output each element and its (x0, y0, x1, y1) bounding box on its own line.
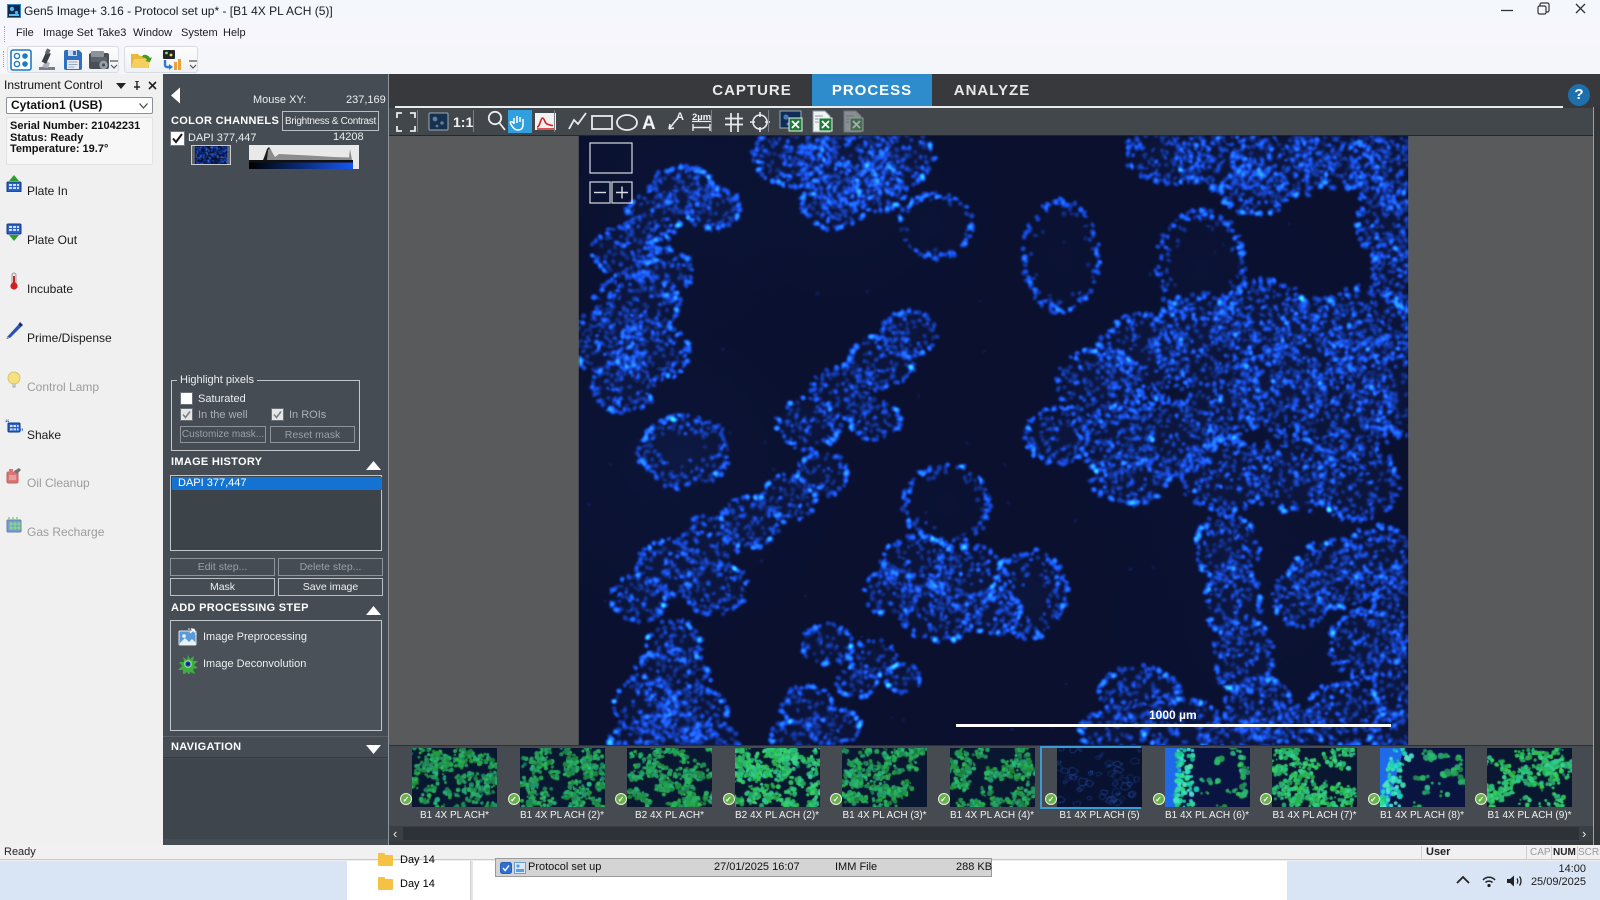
svg-text:1:1: 1:1 (453, 114, 473, 130)
svg-text:A: A (642, 113, 656, 133)
svg-text:A: A (676, 111, 684, 123)
svg-text:”: ” (19, 427, 23, 436)
